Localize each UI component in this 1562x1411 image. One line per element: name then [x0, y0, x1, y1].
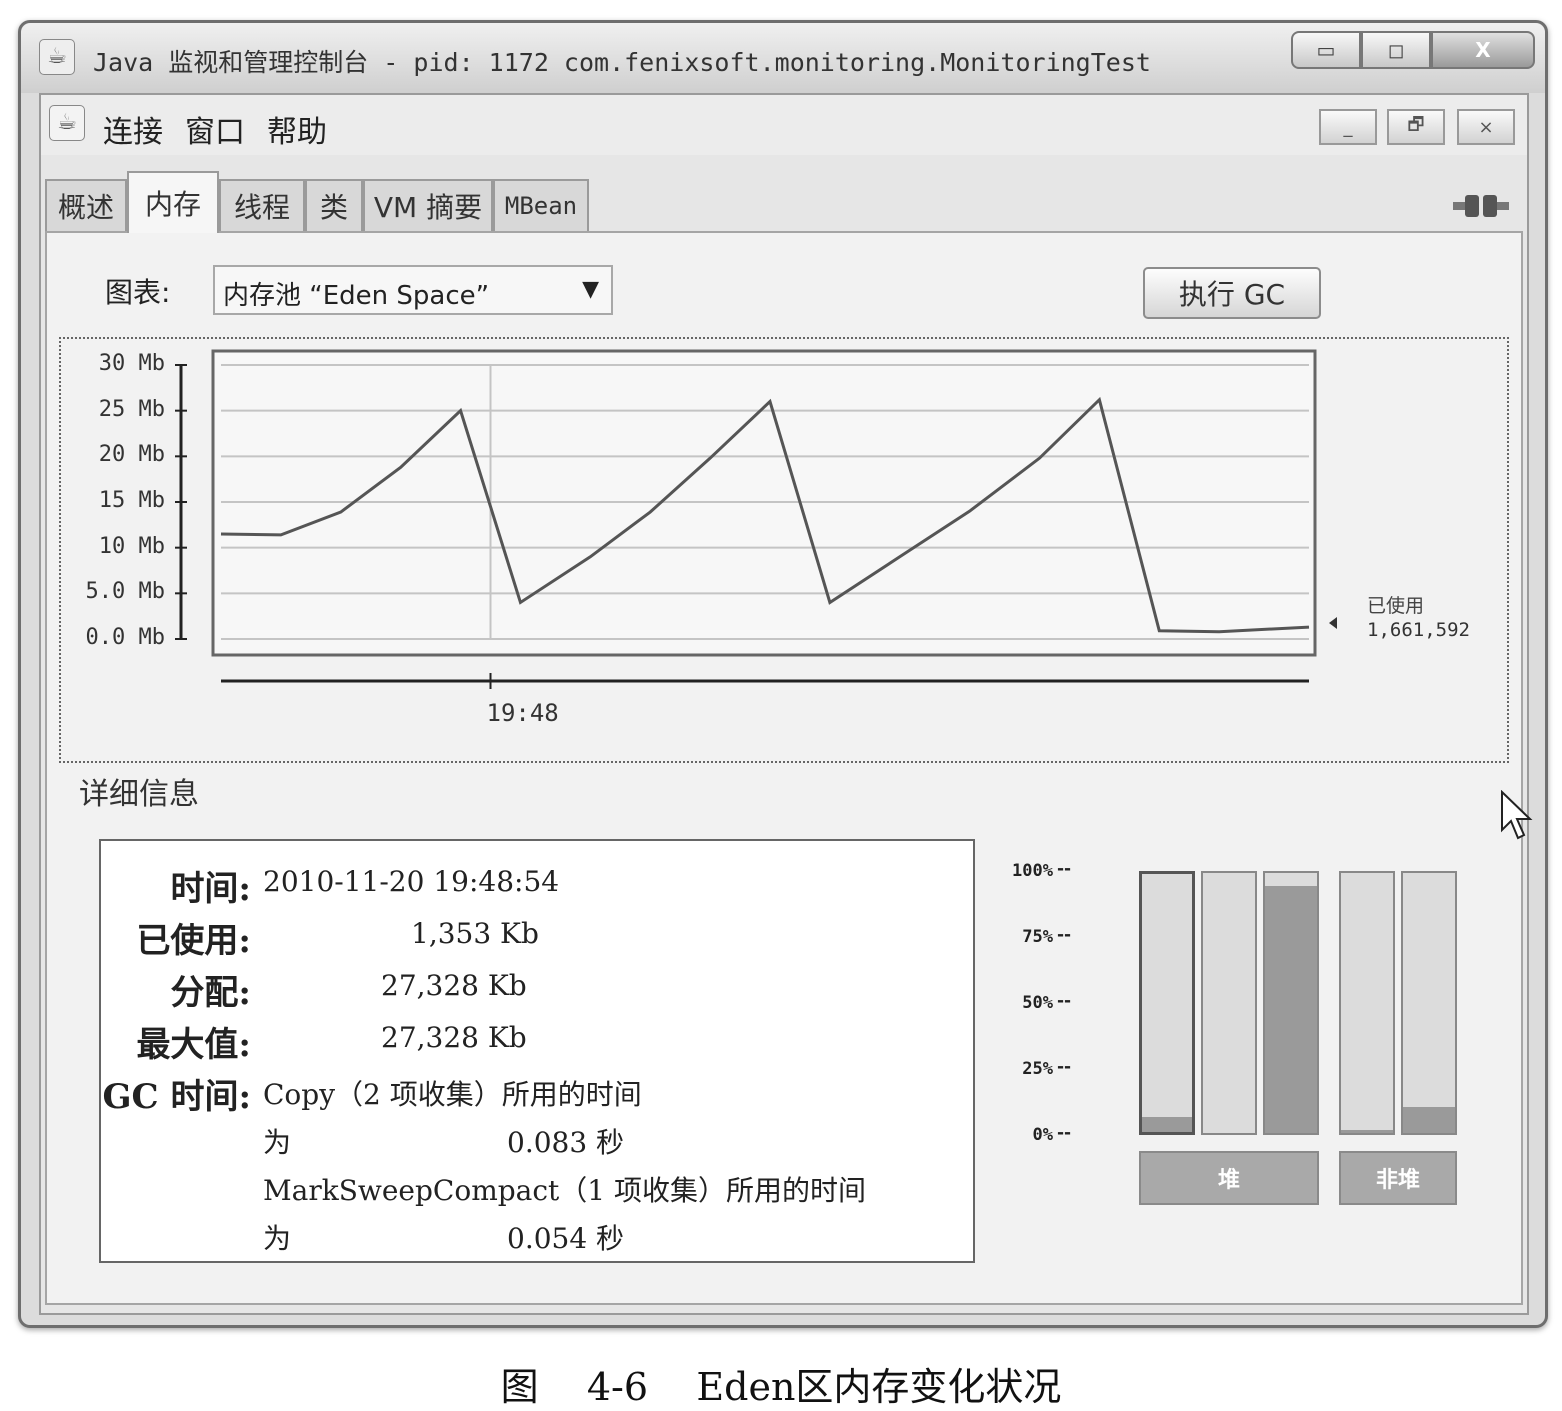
- details-box: 时间: 2010-11-20 19:48:54 已使用: 1,353 Kb 分配…: [99, 839, 975, 1263]
- time-label: 时间:: [170, 869, 251, 909]
- pct-label: 75%: [1022, 927, 1053, 947]
- chart-canvas: [175, 349, 1337, 689]
- tab-overview[interactable]: 概述: [45, 179, 127, 231]
- close-button[interactable]: X: [1431, 31, 1535, 69]
- memory-pool-bar[interactable]: [1339, 871, 1395, 1135]
- inner-minimize-button[interactable]: _: [1319, 109, 1377, 145]
- heap-group-button[interactable]: 堆: [1139, 1151, 1319, 1205]
- y-tick-label: 5.0 Mb: [85, 579, 165, 605]
- memory-pool-bar[interactable]: [1263, 871, 1319, 1135]
- legend-series-name: 已使用: [1367, 595, 1425, 617]
- max-label: 最大值:: [136, 1025, 251, 1065]
- menu-connection[interactable]: 连接: [103, 107, 163, 151]
- gc-copy-text: Copy（2 项收集）所用的时间: [263, 1078, 642, 1111]
- used-value: 1,353 Kb: [411, 917, 539, 950]
- memory-pool-bar[interactable]: [1139, 871, 1195, 1135]
- pct-tick: --: [1057, 859, 1072, 879]
- chart-label: 图表:: [105, 276, 171, 309]
- window-title: Java 监视和管理控制台 - pid: 1172 com.fenixsoft.…: [93, 48, 1151, 77]
- gc-copy-time: 0.083 秒: [507, 1126, 625, 1159]
- time-value: 2010-11-20 19:48:54: [263, 865, 560, 898]
- gc-msc-text: MarkSweepCompact（1 项收集）所用的时间: [263, 1174, 867, 1207]
- y-tick-label: 20 Mb: [98, 442, 165, 468]
- pct-label: 100%: [1012, 861, 1053, 881]
- pct-label: 0%: [1032, 1125, 1053, 1145]
- max-value: 27,328 Kb: [381, 1021, 527, 1054]
- used-label: 已使用:: [136, 921, 251, 961]
- menu-help[interactable]: 帮助: [267, 107, 327, 151]
- memory-panel: 图表: 内存池 “Eden Space” ▼ 执行 GC 30 Mb 25 Mb 2…: [45, 231, 1523, 1305]
- chart-select[interactable]: 内存池 “Eden Space” ▼: [213, 265, 613, 315]
- x-tick-label: 19:48: [486, 699, 559, 727]
- mouse-cursor-icon: [1501, 790, 1533, 840]
- gc-time-label: GC 时间:: [102, 1077, 251, 1117]
- y-tick-label: 25 Mb: [98, 396, 165, 422]
- figure-caption: 图 4-6 Eden区内存变化状况: [500, 1365, 1062, 1409]
- y-tick-label: 0.0 Mb: [85, 625, 165, 650]
- menu-window[interactable]: 窗口: [185, 107, 245, 151]
- tab-memory[interactable]: 内存: [127, 171, 219, 233]
- java-cup-icon: ☕: [49, 105, 85, 141]
- tab-threads[interactable]: 线程: [219, 179, 305, 231]
- java-cup-icon: ☕: [39, 39, 75, 75]
- inner-frame: ☕ 连接 窗口 帮助 _ 🗗 × 概述 内存 线程 类 VM 摘要 MBean …: [39, 93, 1529, 1315]
- jconsole-window: ☕ Java 监视和管理控制台 - pid: 1172 com.fenixsof…: [18, 20, 1548, 1328]
- maximize-button[interactable]: ◻: [1361, 31, 1431, 69]
- committed-label: 分配:: [170, 973, 251, 1013]
- gc-msc-prefix: 为: [263, 1222, 292, 1255]
- pct-tick: --: [1057, 991, 1072, 1011]
- bar-fill: [1403, 1107, 1455, 1133]
- committed-value: 27,328 Kb: [381, 969, 527, 1002]
- pct-tick: --: [1057, 1123, 1072, 1143]
- bar-fill: [1142, 1116, 1192, 1132]
- tab-classes[interactable]: 类: [305, 179, 363, 231]
- legend-current-value: 1,661,592: [1367, 619, 1470, 641]
- y-tick-label: 15 Mb: [98, 488, 165, 513]
- perform-gc-button[interactable]: 执行 GC: [1143, 267, 1321, 319]
- pct-label: 25%: [1022, 1059, 1053, 1079]
- memory-pool-bar[interactable]: [1401, 871, 1457, 1135]
- non-heap-group-button[interactable]: 非堆: [1339, 1151, 1457, 1205]
- y-tick-label: 10 Mb: [98, 533, 165, 559]
- pct-tick: --: [1057, 925, 1072, 945]
- bar-fill: [1265, 886, 1317, 1133]
- chevron-down-icon[interactable]: ▼: [582, 277, 599, 302]
- inner-close-button[interactable]: ×: [1457, 109, 1515, 145]
- memory-pool-bar[interactable]: [1201, 871, 1257, 1135]
- gc-copy-prefix: 为: [263, 1126, 292, 1159]
- minimize-button[interactable]: ▭: [1291, 31, 1361, 69]
- pct-label: 50%: [1022, 993, 1053, 1013]
- menu-bar: ☕ 连接 窗口 帮助 _ 🗗 ×: [41, 95, 1527, 155]
- bar-fill: [1341, 1130, 1393, 1133]
- gc-msc-time: 0.054 秒: [507, 1222, 625, 1255]
- title-bar[interactable]: ☕ Java 监视和管理控制台 - pid: 1172 com.fenixsof…: [21, 23, 1545, 93]
- inner-restore-button[interactable]: 🗗: [1387, 109, 1445, 145]
- current-value-marker-icon: [1329, 617, 1337, 629]
- memory-pool-bars: 100% 75% 50% 25% 0% -- -- -- -- -- 堆 非堆: [993, 849, 1493, 1249]
- memory-chart: 30 Mb 25 Mb 20 Mb 15 Mb 10 Mb 5.0 Mb 0.0 Mb 19…: [59, 337, 1509, 763]
- tab-vm-summary[interactable]: VM 摘要: [363, 179, 493, 231]
- chart-select-value: 内存池 “Eden Space”: [223, 281, 490, 311]
- tab-mbean[interactable]: MBean: [493, 179, 589, 231]
- details-title: 详细信息: [79, 777, 199, 812]
- y-tick-label: 30 Mb: [98, 351, 165, 376]
- connection-plug-icon[interactable]: [1451, 191, 1511, 221]
- pct-tick: --: [1057, 1057, 1072, 1077]
